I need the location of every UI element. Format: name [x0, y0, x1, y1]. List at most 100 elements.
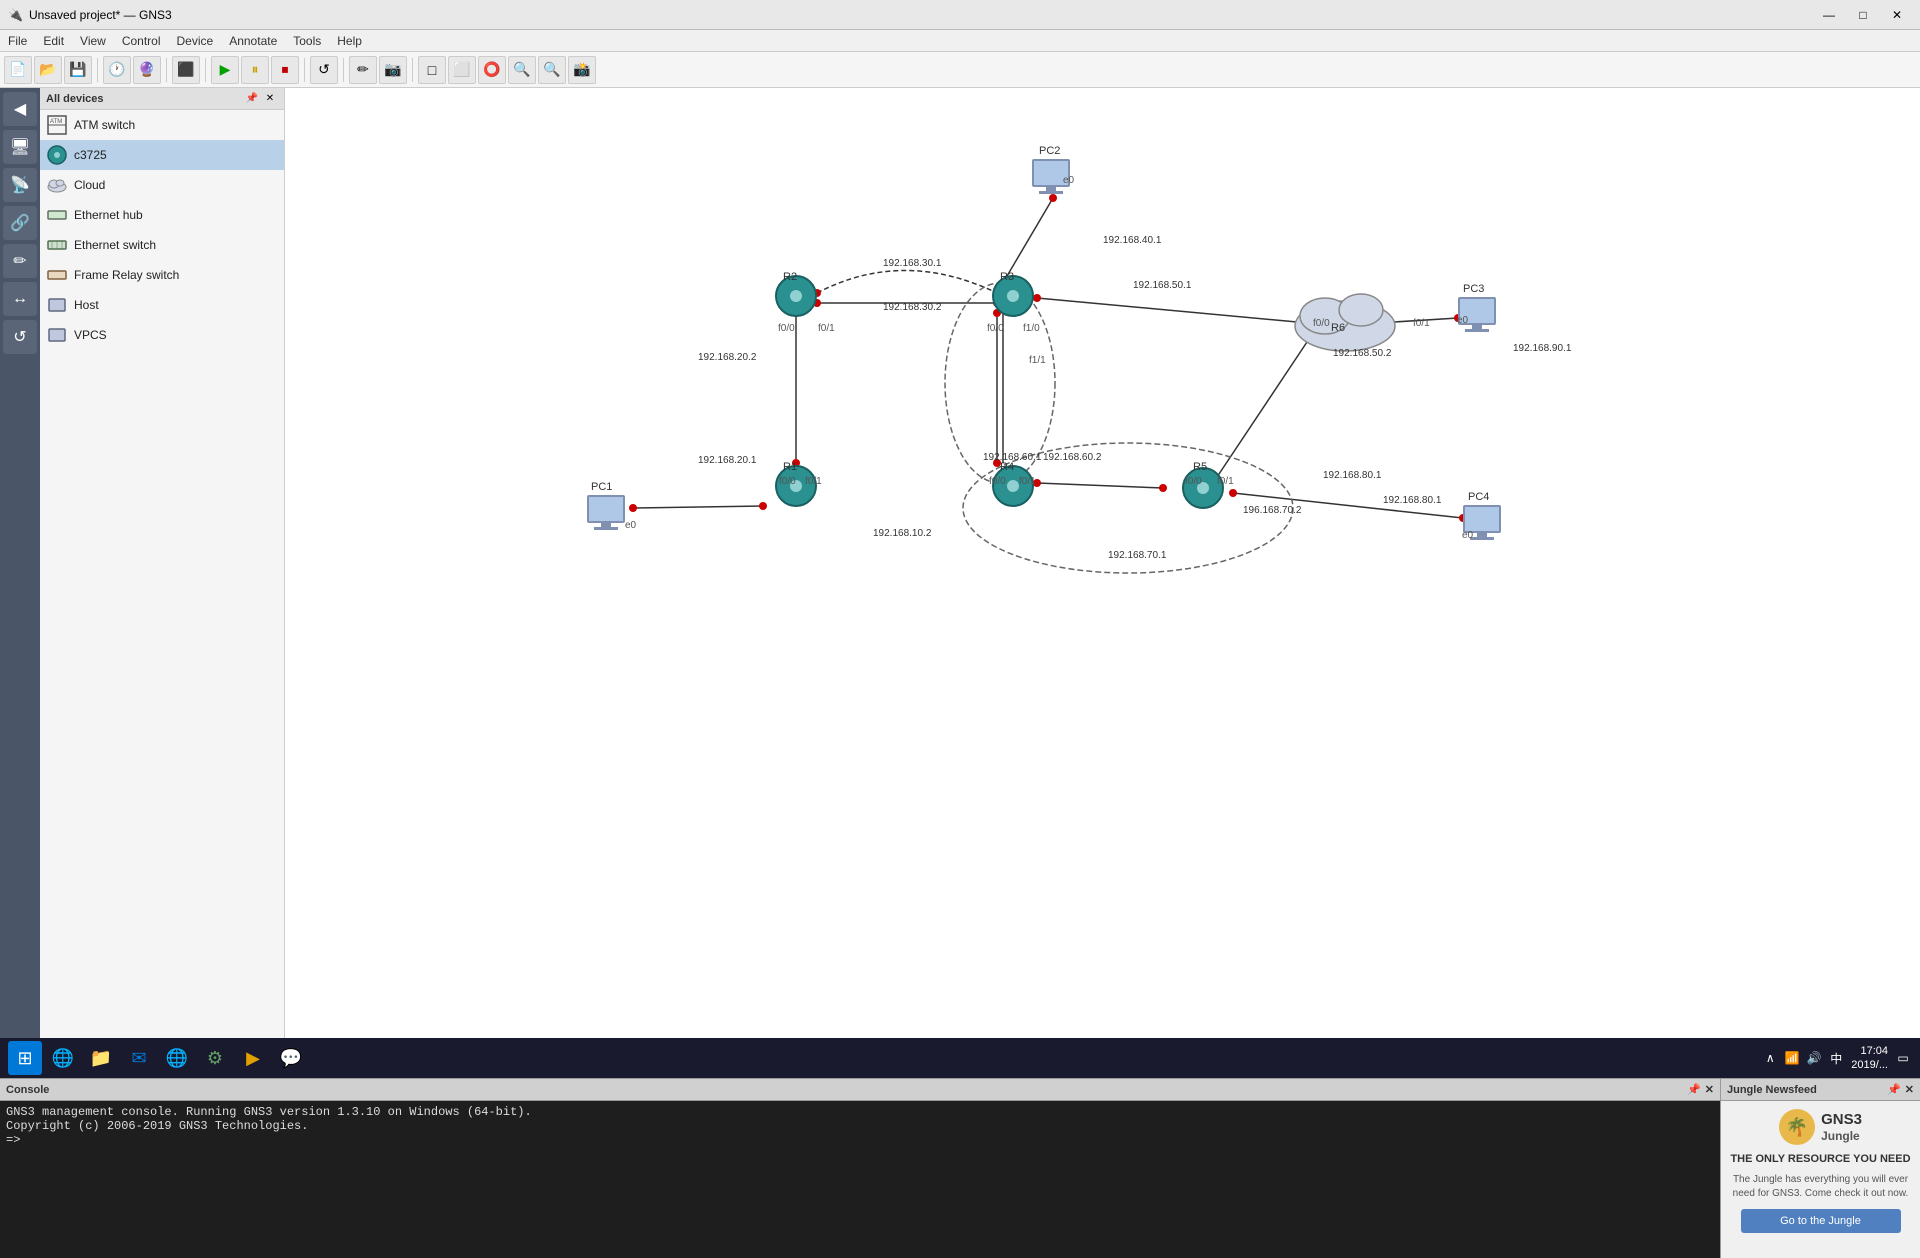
- jungle-header-icons: 📌 ✕: [1887, 1083, 1914, 1096]
- device-item-ethernet-hub[interactable]: Ethernet hub: [40, 200, 284, 230]
- svg-text:f1/1: f1/1: [1029, 355, 1046, 366]
- menu-item-control[interactable]: Control: [114, 30, 169, 52]
- svg-text:196.168.70.2: 196.168.70.2: [1243, 505, 1302, 516]
- svg-text:e0: e0: [1462, 530, 1474, 541]
- console-pin-icon[interactable]: 📌: [1687, 1083, 1701, 1096]
- jungle-close-icon[interactable]: ✕: [1905, 1083, 1914, 1096]
- svg-text:f0/0: f0/0: [1185, 476, 1202, 487]
- taskbar-wechat-icon[interactable]: 💬: [274, 1041, 308, 1075]
- toolbar-btn-4[interactable]: 🔮: [133, 56, 161, 84]
- toolbar-btn-16[interactable]: 🔍: [538, 56, 566, 84]
- device-item-host[interactable]: Host: [40, 290, 284, 320]
- devices-list: ATMATM switch c3725 Cloud Ethernet hubEther…: [40, 110, 284, 1056]
- toolbar-btn-11[interactable]: 📷: [379, 56, 407, 84]
- taskbar-clock[interactable]: 17:04 2019/...: [1851, 1044, 1888, 1073]
- taskbar-right: ∧ 📶 🔊 中 17:04 2019/... ▭: [1761, 1044, 1912, 1073]
- jungle-button[interactable]: Go to the Jungle: [1741, 1209, 1901, 1233]
- toolbar-btn-5[interactable]: ⬛: [172, 56, 200, 84]
- taskbar-edge-icon[interactable]: 🌐: [46, 1041, 80, 1075]
- tray-ime-icon[interactable]: 中: [1827, 1049, 1845, 1067]
- devices-pin-icon[interactable]: 📌: [244, 91, 260, 107]
- console-panel: Console 📌 ✕ GNS3 management console. Run…: [0, 1079, 1720, 1258]
- taskbar-browser2-icon[interactable]: 🌐: [160, 1041, 194, 1075]
- sidebar-capture-icon[interactable]: 🔗: [3, 206, 37, 240]
- maximize-button[interactable]: □: [1848, 4, 1878, 26]
- main-area: ◀ 🖥 📡 🔗 ✏ ↔ ↺ All devices 📌 ✕ ATMATM swi…: [0, 88, 1920, 1056]
- svg-text:f0/0: f0/0: [778, 323, 795, 334]
- device-label-c3725: c3725: [74, 148, 107, 162]
- taskbar-mail-icon[interactable]: ✉: [122, 1041, 156, 1075]
- start-button[interactable]: ⊞: [8, 1041, 42, 1075]
- tray-network-icon[interactable]: 📶: [1783, 1049, 1801, 1067]
- device-label-frame-relay: Frame Relay switch: [74, 268, 179, 282]
- device-item-atm-switch[interactable]: ATMATM switch: [40, 110, 284, 140]
- toolbar-btn-2[interactable]: 💾: [64, 56, 92, 84]
- toolbar-separator: [205, 58, 206, 82]
- toolbar-btn-14[interactable]: ⭕: [478, 56, 506, 84]
- toolbar-separator: [343, 58, 344, 82]
- tray-volume-icon[interactable]: 🔊: [1805, 1049, 1823, 1067]
- canvas-area[interactable]: R2 R3 R1 R4 R5: [285, 88, 1920, 1056]
- toolbar-btn-9[interactable]: ↺: [310, 56, 338, 84]
- device-item-frame-relay[interactable]: Frame Relay switch: [40, 260, 284, 290]
- device-label-cloud: Cloud: [74, 178, 105, 192]
- menu-item-help[interactable]: Help: [329, 30, 370, 52]
- menu-item-tools[interactable]: Tools: [285, 30, 329, 52]
- toolbar-btn-1[interactable]: 📂: [34, 56, 62, 84]
- menu-item-edit[interactable]: Edit: [35, 30, 72, 52]
- console-line: Copyright (c) 2006-2019 GNS3 Technologie…: [6, 1119, 1714, 1133]
- console-line: GNS3 management console. Running GNS3 ve…: [6, 1105, 1714, 1119]
- menu-item-view[interactable]: View: [72, 30, 114, 52]
- toolbar-btn-17[interactable]: 📸: [568, 56, 596, 84]
- svg-text:192.168.20.1: 192.168.20.1: [698, 455, 757, 466]
- sidebar-network-icon[interactable]: 📡: [3, 168, 37, 202]
- taskbar-app1-icon[interactable]: ⚙: [198, 1041, 232, 1075]
- vpcs-icon: [46, 324, 68, 346]
- toolbar-btn-8[interactable]: ⏹: [271, 56, 299, 84]
- toolbar-btn-10[interactable]: ✏: [349, 56, 377, 84]
- console-content[interactable]: GNS3 management console. Running GNS3 ve…: [0, 1101, 1720, 1258]
- device-item-vpcs[interactable]: VPCS: [40, 320, 284, 350]
- menu-item-annotate[interactable]: Annotate: [221, 30, 285, 52]
- svg-text:f0/1: f0/1: [1413, 318, 1430, 329]
- device-label-host: Host: [74, 298, 99, 312]
- sidebar-device-icon[interactable]: 🖥: [3, 130, 37, 164]
- close-button[interactable]: ✕: [1882, 4, 1912, 26]
- toolbar-btn-12[interactable]: □: [418, 56, 446, 84]
- toolbar-btn-15[interactable]: 🔍: [508, 56, 536, 84]
- jungle-pin-icon[interactable]: 📌: [1887, 1083, 1901, 1096]
- console-close-icon[interactable]: ✕: [1705, 1083, 1714, 1096]
- show-desktop-icon[interactable]: ▭: [1894, 1049, 1912, 1067]
- jungle-description: The Jungle has everything you will ever …: [1729, 1173, 1912, 1201]
- device-item-ethernet-switch[interactable]: Ethernet switch: [40, 230, 284, 260]
- sidebar-zoom-icon[interactable]: ↔: [3, 282, 37, 316]
- taskbar-app2-icon[interactable]: ▶: [236, 1041, 270, 1075]
- titlebar-controls[interactable]: — □ ✕: [1814, 4, 1912, 26]
- taskbar-explorer-icon[interactable]: 📁: [84, 1041, 118, 1075]
- toolbar-btn-3[interactable]: 🕐: [103, 56, 131, 84]
- menu-item-device[interactable]: Device: [169, 30, 222, 52]
- toolbar-btn-0[interactable]: 📄: [4, 56, 32, 84]
- svg-text:R3: R3: [1000, 271, 1014, 283]
- toolbar-btn-13[interactable]: ⬜: [448, 56, 476, 84]
- svg-text:R2: R2: [783, 271, 797, 283]
- console-header: Console 📌 ✕: [0, 1079, 1720, 1101]
- toolbar-separator: [304, 58, 305, 82]
- sidebar-back-icon[interactable]: ◀: [3, 92, 37, 126]
- toolbar-btn-6[interactable]: ▶: [211, 56, 239, 84]
- svg-text:192.168.60.1: 192.168.60.1: [983, 452, 1042, 463]
- menu-item-file[interactable]: File: [0, 30, 35, 52]
- sidebar-annotation-icon[interactable]: ✏: [3, 244, 37, 278]
- devices-header: All devices 📌 ✕: [40, 88, 284, 110]
- device-item-cloud[interactable]: Cloud: [40, 170, 284, 200]
- devices-header-icons: 📌 ✕: [244, 91, 278, 107]
- jungle-headline: THE ONLY RESOURCE YOU NEED: [1730, 1153, 1910, 1165]
- minimize-button[interactable]: —: [1814, 4, 1844, 26]
- device-item-c3725[interactable]: c3725: [40, 140, 284, 170]
- toolbar-btn-7[interactable]: ⏸: [241, 56, 269, 84]
- devices-close-icon[interactable]: ✕: [262, 91, 278, 107]
- sidebar-undo-icon[interactable]: ↺: [3, 320, 37, 354]
- svg-text:192.168.20.2: 192.168.20.2: [698, 352, 757, 363]
- hub-icon: [46, 204, 68, 226]
- tray-expand-icon[interactable]: ∧: [1761, 1049, 1779, 1067]
